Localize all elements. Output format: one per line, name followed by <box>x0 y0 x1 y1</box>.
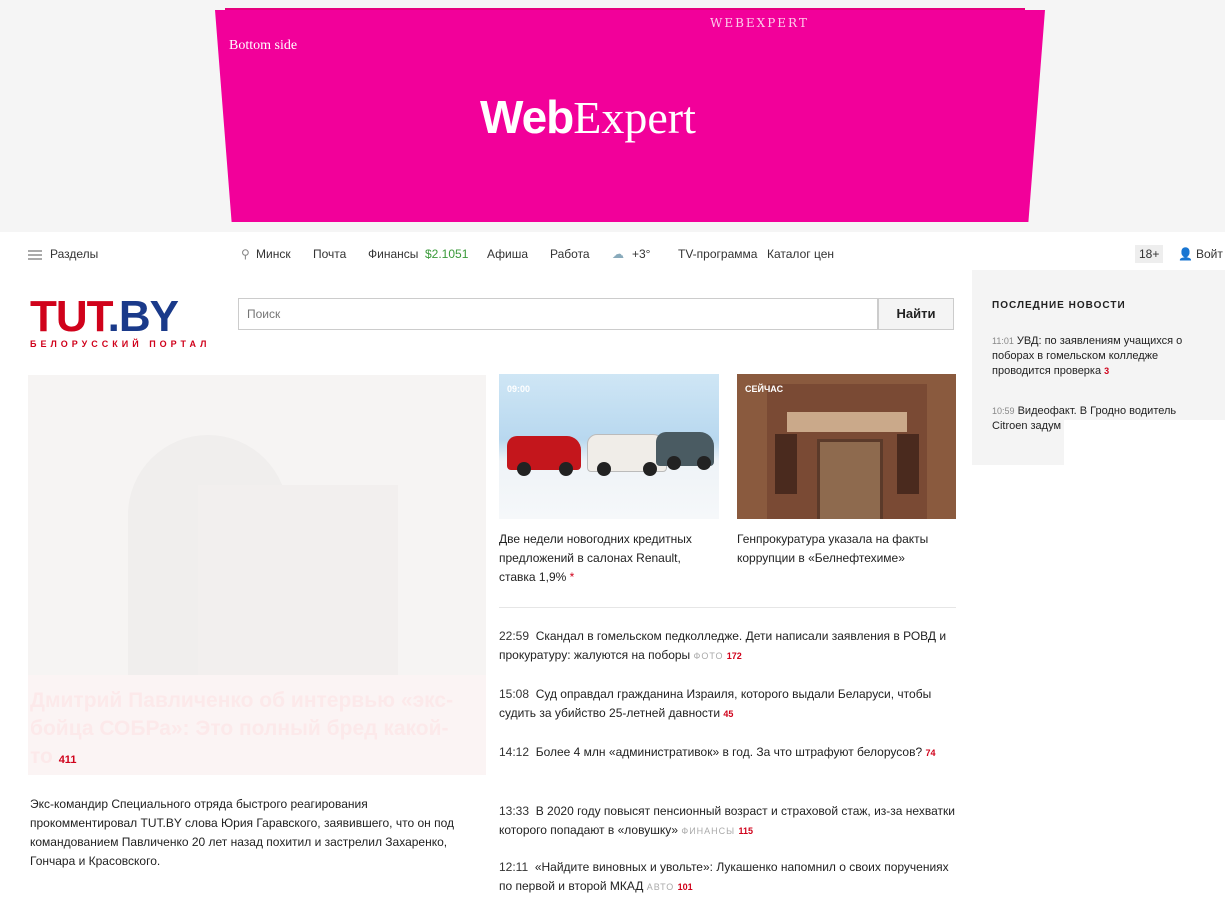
news-item[interactable]: 12:11 «Найдите виновных и увольте»: Лука… <box>499 858 959 897</box>
nav-finance-value[interactable]: $2.1051 <box>425 247 468 261</box>
lead-story-image[interactable] <box>28 375 486 675</box>
nav-finance[interactable]: Финансы <box>368 247 418 261</box>
news-item[interactable]: 14:12 Более 4 млн «административок» в го… <box>499 743 959 763</box>
lead-story-text: Экс-командир Специального отряда быстрог… <box>30 797 454 868</box>
building-window <box>775 434 797 494</box>
latest-news-sidebar: ПОСЛЕДНИЕ НОВОСТИ 11:01 УВД: по заявлени… <box>972 270 1225 895</box>
logo-part-by: .BY <box>107 292 179 341</box>
nav-mail[interactable]: Почта <box>313 247 346 261</box>
card-caption-renault[interactable]: Две недели новогодних кредитных предложе… <box>499 530 719 587</box>
nav-prices[interactable]: Каталог цен <box>767 247 834 261</box>
wheel <box>643 462 657 476</box>
card-image-renault[interactable]: 09:00 <box>499 374 719 519</box>
divider <box>499 607 956 608</box>
nav-afisha[interactable]: Афиша <box>487 247 528 261</box>
logo-part-tut: TUT <box>30 292 109 341</box>
card-badge: СЕЙЧАС <box>745 384 784 394</box>
news-item[interactable]: 15:08 Суд оправдал гражданина Израиля, к… <box>499 685 959 724</box>
news-item[interactable]: 13:33 В 2020 году повысят пенсионный воз… <box>499 802 959 841</box>
banner-top-text: WEBEXPERT <box>710 16 809 30</box>
banner-logo: WebExpert <box>480 91 696 143</box>
sidebar-news-item[interactable]: 11:01 УВД: по заявлениям учащихся о побо… <box>992 334 1207 379</box>
card-caption-prosecutor[interactable]: Генпрокуратура указала на факты коррупци… <box>737 530 956 568</box>
wheel <box>667 456 681 470</box>
ad-banner[interactable]: WEBEXPERT Bottom side WebExpert <box>0 0 1225 232</box>
user-icon: 👤 <box>1178 247 1193 261</box>
age-badge: 18+ <box>1135 245 1164 263</box>
banner-label: Bottom side <box>229 38 298 53</box>
building-window <box>897 434 919 494</box>
nav-tv[interactable]: TV-программа <box>678 247 757 261</box>
sidebar-blank <box>972 465 1225 895</box>
wheel <box>697 456 711 470</box>
sidebar-title: ПОСЛЕДНИЕ НОВОСТИ <box>992 300 1126 311</box>
logo-subtitle: БЕЛОРУССКИЙ ПОРТАЛ <box>30 339 211 349</box>
card-badge: 09:00 <box>507 384 531 394</box>
sidebar-overlay <box>1064 420 1225 465</box>
card-image-prosecutor[interactable]: СЕЙЧАС <box>737 374 956 519</box>
top-nav: Разделы ⚲ Минск Почта Финансы $2.1051 Аф… <box>0 240 1225 268</box>
search-input[interactable] <box>238 298 878 330</box>
building-door <box>817 439 883 519</box>
nav-login[interactable]: Войт <box>1196 247 1223 261</box>
cloud-icon: ☁ <box>612 247 624 261</box>
nav-city[interactable]: Минск <box>256 247 291 261</box>
wheel <box>559 462 573 476</box>
menu-icon[interactable] <box>28 250 42 260</box>
site-logo[interactable]: TUT.BY БЕЛОРУССКИЙ ПОРТАЛ <box>30 292 211 350</box>
location-pin-icon: ⚲ <box>241 247 250 261</box>
news-item[interactable]: 22:59 Скандал в гомельском педколледже. … <box>499 627 959 666</box>
nav-weather[interactable]: +3° <box>632 247 650 261</box>
lead-story-title[interactable]: Дмитрий Павличенко об интервью «экс-бойц… <box>30 687 460 774</box>
wheel <box>597 462 611 476</box>
nav-work[interactable]: Работа <box>550 247 590 261</box>
lead-image-figure-2 <box>198 485 398 675</box>
search-button[interactable]: Найти <box>878 298 954 330</box>
nav-sections[interactable]: Разделы <box>50 247 98 261</box>
wheel <box>517 462 531 476</box>
building-facade <box>767 384 927 519</box>
building-sign <box>787 412 907 432</box>
